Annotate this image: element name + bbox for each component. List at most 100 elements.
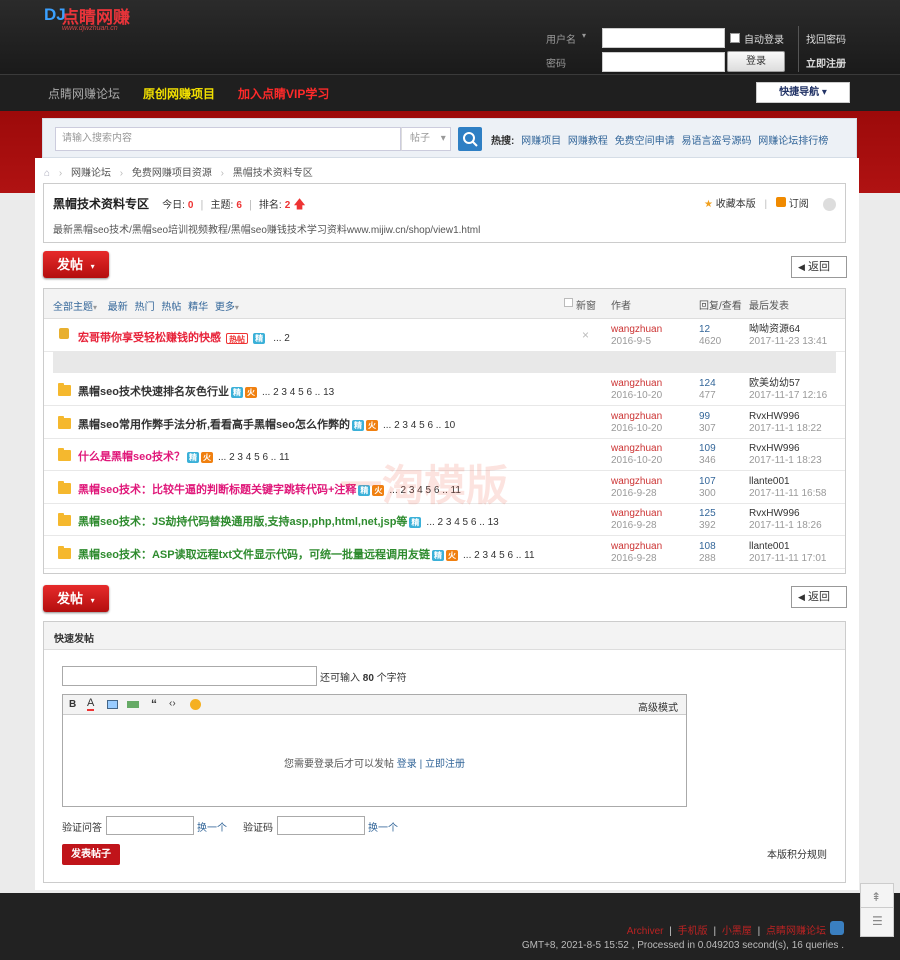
footer-link[interactable]: 点睛网赚论坛: [766, 926, 826, 937]
username-input[interactable]: [602, 28, 725, 48]
last-time[interactable]: 2017-11-11 16:58: [749, 488, 826, 500]
page-links[interactable]: ... 2 3 4 5 6 .. 11: [463, 550, 535, 561]
verify-code-input[interactable]: [277, 816, 365, 835]
filter-digest[interactable]: 精华: [188, 302, 208, 313]
hot-link[interactable]: 网赚项目: [521, 136, 561, 147]
thread-row[interactable]: 黑帽seo技术：比较牛逼的判断标题关键字跳转代码+注释精火 ... 2 3 4 5…: [44, 472, 845, 504]
last-user[interactable]: 欧美幼幼57: [749, 378, 827, 390]
back-button[interactable]: ◀ 返回: [791, 256, 847, 278]
smiley-icon[interactable]: [190, 699, 201, 710]
folder-icon[interactable]: [58, 448, 71, 461]
register-link[interactable]: 立即注册: [806, 55, 846, 70]
collapse-icon[interactable]: [823, 197, 837, 211]
thread-title[interactable]: 黑帽seo常用作弊手法分析,看看高手黑帽seo怎么作弊的: [78, 419, 350, 431]
breadcrumb-item[interactable]: 免费网赚项目资源: [132, 168, 212, 179]
breadcrumb-item[interactable]: 网赚论坛: [71, 168, 111, 179]
last-time[interactable]: 2017-11-11 17:01: [749, 553, 826, 565]
filter-more[interactable]: 更多: [215, 302, 235, 313]
thread-row[interactable]: 黑帽seo技术：ASP读取远程txt文件显示代码，可统一批量远程调用友链精火..…: [44, 537, 845, 569]
find-password-link[interactable]: 找回密码: [806, 31, 846, 46]
username-label[interactable]: 用户名: [546, 31, 576, 46]
subscribe-link[interactable]: 订阅: [789, 199, 809, 210]
bold-icon[interactable]: B: [69, 699, 76, 710]
new-window-checkbox[interactable]: [564, 298, 573, 307]
thread-title[interactable]: 什么是黑帽seo技术？: [78, 451, 185, 463]
page-links[interactable]: ... 2: [273, 333, 290, 344]
hot-link[interactable]: 网赚论坛排行榜: [758, 136, 828, 147]
footer-link[interactable]: 小黑屋: [722, 926, 752, 937]
home-icon[interactable]: ⌂: [44, 168, 50, 179]
search-type-select[interactable]: 帖子 ▾: [401, 127, 451, 151]
thread-row[interactable]: 黑帽seo常用作弊手法分析,看看高手黑帽seo怎么作弊的精火 ... 2 3 4 …: [44, 407, 845, 439]
page-links[interactable]: ... 2 3 4 5 6 .. 13: [262, 387, 334, 398]
thread-row[interactable]: 黑帽seo技术：JS劫持代码替换通用版,支持asp,php,html,net,j…: [44, 504, 845, 536]
image-icon[interactable]: [107, 700, 118, 709]
reply-count[interactable]: 125: [699, 508, 716, 520]
auto-login-label[interactable]: 自动登录: [744, 31, 784, 46]
breadcrumb-item[interactable]: 黑帽技术资料专区: [233, 168, 313, 179]
thread-title[interactable]: 黑帽seo技术：JS劫持代码替换通用版,支持asp,php,html,net,j…: [78, 516, 407, 528]
thread-title[interactable]: 黑帽seo技术：ASP读取远程txt文件显示代码，可统一批量远程调用友链: [78, 549, 430, 561]
reply-count[interactable]: 108: [699, 541, 716, 553]
thread-row[interactable]: 什么是黑帽seo技术？精火 ... 2 3 4 5 6 .. 11 wangzhua…: [44, 439, 845, 471]
quote-icon[interactable]: “: [151, 697, 157, 711]
last-time[interactable]: 2017-11-23 13:41: [749, 336, 827, 348]
reply-count[interactable]: 99: [699, 411, 716, 423]
footer-link[interactable]: Archiver: [627, 926, 664, 937]
nav-forum[interactable]: 点睛网赚论坛: [48, 85, 120, 102]
favorite-link[interactable]: 收藏本版: [716, 199, 756, 210]
reply-count[interactable]: 12: [699, 324, 721, 336]
thread-title[interactable]: 黑帽seo技术快速排名灰色行业: [78, 386, 229, 398]
last-time[interactable]: 2017-11-17 12:16: [749, 390, 827, 402]
new-post-button[interactable]: 发帖 ▾: [43, 251, 109, 278]
last-user[interactable]: RvxHW996: [749, 411, 822, 423]
author-name[interactable]: wangzhuan: [611, 378, 662, 390]
folder-icon[interactable]: [58, 416, 71, 429]
folder-icon[interactable]: [58, 546, 71, 559]
author-name[interactable]: wangzhuan: [611, 324, 662, 336]
rules-link[interactable]: 本版积分规则: [767, 846, 827, 861]
reply-count[interactable]: 124: [699, 378, 716, 390]
last-user[interactable]: RvxHW996: [749, 443, 822, 455]
page-links[interactable]: ... 2 3 4 5 6 .. 13: [426, 517, 498, 528]
site-logo[interactable]: DJ 点睛网赚 www.djwzhuan.cn: [44, 3, 154, 35]
change-code-link[interactable]: 换一个: [368, 819, 398, 834]
search-button[interactable]: [458, 127, 482, 151]
thread-title[interactable]: 黑帽seo技术：比较牛逼的判断标题关键字跳转代码+注释: [78, 484, 356, 496]
back-button[interactable]: ◀ 返回: [791, 586, 847, 608]
submit-post-button[interactable]: 发表帖子: [62, 844, 120, 865]
nav-original[interactable]: 原创网赚项目: [143, 85, 215, 102]
change-question-link[interactable]: 换一个: [197, 819, 227, 834]
new-post-button[interactable]: 发帖 ▾: [43, 585, 109, 612]
reply-count[interactable]: 107: [699, 476, 716, 488]
page-links[interactable]: ... 2 3 4 5 6 .. 11: [218, 452, 290, 463]
pinned-thread-row[interactable]: 宏哥带你享受轻松赚钱的快感 热帖 精 ... 2 × wangzhuan 2016…: [44, 320, 845, 352]
footer-link[interactable]: 手机版: [678, 926, 708, 937]
link-icon[interactable]: [127, 701, 139, 708]
last-user[interactable]: llante001: [749, 476, 826, 488]
last-user[interactable]: RvxHW996: [749, 508, 822, 520]
hot-link[interactable]: 易语言盗号源码: [681, 136, 751, 147]
close-icon[interactable]: ×: [582, 328, 589, 342]
filter-hot[interactable]: 热门: [135, 302, 155, 313]
filter-latest[interactable]: 最新: [108, 302, 128, 313]
font-color-icon[interactable]: A: [87, 697, 95, 711]
login-button[interactable]: 登录: [727, 51, 785, 72]
password-input[interactable]: [602, 52, 725, 72]
last-time[interactable]: 2017-11-1 18:26: [749, 520, 822, 532]
code-icon[interactable]: ‹›: [169, 698, 176, 709]
list-view-button[interactable]: ☰: [860, 907, 894, 937]
advanced-mode-link[interactable]: 高级模式: [638, 699, 678, 714]
author-name[interactable]: wangzhuan: [611, 541, 662, 553]
editor[interactable]: B A “ ‹› 高级模式 您需要登录后才可以发帖 登录 | 立即注册: [62, 694, 687, 807]
quick-nav-button[interactable]: 快捷导航 ▾: [756, 82, 850, 103]
register-link[interactable]: 立即注册: [425, 759, 465, 770]
thread-title[interactable]: 宏哥带你享受轻松赚钱的快感: [78, 332, 221, 344]
last-user[interactable]: llante001: [749, 541, 826, 553]
search-input[interactable]: 请输入搜索内容: [55, 127, 401, 151]
nav-vip[interactable]: 加入点睛VIP学习: [238, 85, 329, 102]
author-name[interactable]: wangzhuan: [611, 443, 662, 455]
login-link[interactable]: 登录: [397, 759, 417, 770]
last-time[interactable]: 2017-11-1 18:22: [749, 423, 822, 435]
last-user[interactable]: 呦呦资源64: [749, 324, 827, 336]
